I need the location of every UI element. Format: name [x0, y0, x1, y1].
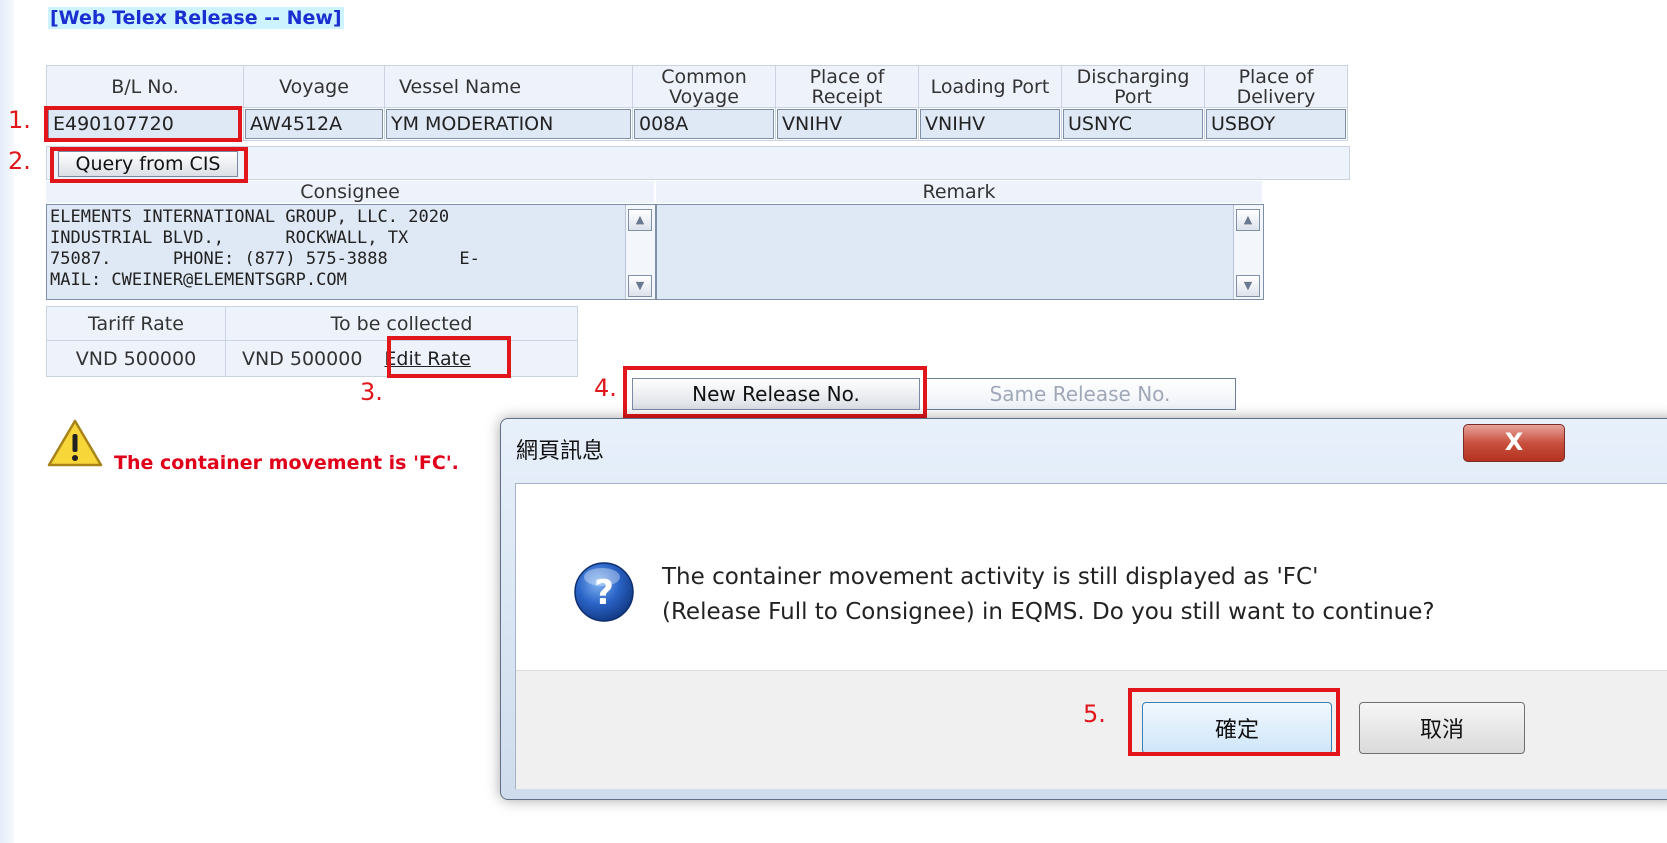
- collect-value: VND 500000: [242, 347, 363, 370]
- cell-voyage: AW4512A: [243, 107, 385, 141]
- annotation-step-1: 1.: [8, 106, 31, 134]
- annotation-box-5: [1128, 688, 1340, 756]
- cell-place-of-receipt: VNIHV: [775, 107, 919, 141]
- scroll-up-arrow-icon[interactable]: ▲: [628, 209, 652, 231]
- warning-icon: [47, 419, 103, 467]
- tariff-rate-header: Tariff Rate: [46, 306, 226, 341]
- confirm-dialog: 網頁訊息 X ? The container movement activity…: [500, 418, 1667, 800]
- remark-scrollbar[interactable]: ▲ ▼: [1233, 205, 1263, 299]
- scroll-down-arrow-icon[interactable]: ▼: [1236, 275, 1260, 297]
- header-place-of-receipt: Place of Receipt: [775, 65, 919, 108]
- header-voyage: Voyage: [243, 65, 385, 108]
- annotation-box-1: [44, 106, 242, 142]
- same-release-button[interactable]: Same Release No.: [924, 378, 1236, 410]
- cell-common-voyage: 008A: [632, 107, 776, 141]
- place-of-receipt-field[interactable]: VNIHV: [777, 109, 917, 139]
- cell-vessel-name: YM MODERATION: [384, 107, 633, 141]
- dialog-message-line-2: (Release Full to Consignee) in EQMS. Do …: [662, 599, 1435, 625]
- consignee-scrollbar[interactable]: ▲ ▼: [625, 205, 655, 299]
- scroll-down-arrow-icon[interactable]: ▼: [628, 275, 652, 297]
- header-place-of-delivery: Place of Delivery: [1204, 65, 1348, 108]
- cell-place-of-delivery: USBOY: [1204, 107, 1348, 141]
- loading-port-field[interactable]: VNIHV: [920, 109, 1060, 139]
- close-icon[interactable]: X: [1463, 424, 1565, 462]
- remark-textarea[interactable]: ▲ ▼: [656, 204, 1264, 300]
- header-bl-no: B/L No.: [46, 65, 244, 108]
- dialog-title: 網頁訊息: [516, 439, 605, 464]
- header-loading-port: Loading Port: [918, 65, 1062, 108]
- place-of-delivery-field[interactable]: USBOY: [1206, 109, 1346, 139]
- annotation-step-2: 2.: [8, 147, 31, 175]
- annotation-box-2: [50, 147, 248, 183]
- scroll-up-arrow-icon[interactable]: ▲: [1236, 209, 1260, 231]
- consignee-textarea[interactable]: ELEMENTS INTERNATIONAL GROUP, LLC. 2020 …: [46, 204, 656, 300]
- dialog-body: ? The container movement activity is sti…: [515, 483, 1667, 789]
- tariff-rate-value: VND 500000: [46, 340, 226, 377]
- voyage-field[interactable]: AW4512A: [245, 109, 383, 139]
- svg-text:?: ?: [594, 573, 614, 613]
- dialog-footer: 確定 取消: [516, 670, 1667, 789]
- annotation-step-3: 3.: [360, 378, 383, 406]
- header-common-voyage: Common Voyage: [632, 65, 776, 108]
- discharging-port-field[interactable]: USNYC: [1063, 109, 1203, 139]
- question-icon: ?: [574, 562, 634, 622]
- consignee-text: ELEMENTS INTERNATIONAL GROUP, LLC. 2020 …: [50, 207, 480, 290]
- cell-discharging-port: USNYC: [1061, 107, 1205, 141]
- cell-loading-port: VNIHV: [918, 107, 1062, 141]
- header-vessel-name: Vessel Name: [384, 65, 633, 108]
- vessel-name-field[interactable]: YM MODERATION: [386, 109, 631, 139]
- annotation-step-4: 4.: [594, 374, 617, 402]
- annotation-step-5: 5.: [1083, 700, 1106, 728]
- remark-label: Remark: [656, 181, 1262, 203]
- cancel-button[interactable]: 取消: [1359, 702, 1525, 754]
- header-discharging-port: Discharging Port: [1061, 65, 1205, 108]
- dialog-message: The container movement activity is still…: [662, 560, 1435, 630]
- consignee-label: Consignee: [46, 181, 654, 203]
- annotation-box-3: [387, 336, 511, 378]
- bl-header-row: B/L No. Voyage Vessel Name Common Voyage…: [46, 65, 1348, 108]
- dialog-message-line-1: The container movement activity is still…: [662, 564, 1319, 590]
- page-title: [Web Telex Release -- New]: [48, 7, 344, 29]
- warning-message: The container movement is 'FC'.: [114, 452, 459, 474]
- common-voyage-field[interactable]: 008A: [634, 109, 774, 139]
- annotation-box-4: [623, 366, 927, 418]
